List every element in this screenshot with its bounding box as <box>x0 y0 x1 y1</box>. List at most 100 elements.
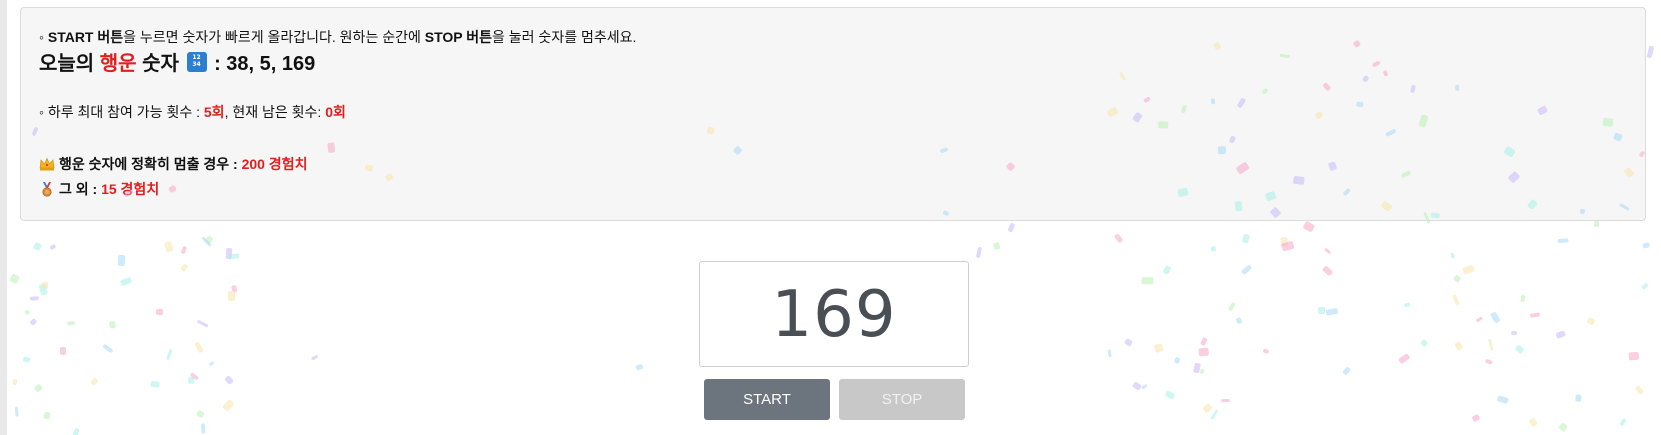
confetti-piece <box>227 253 240 261</box>
confetti-piece <box>1324 247 1332 255</box>
lucky-numbers: : 38, 5, 169 <box>214 53 316 75</box>
confetti-piece <box>33 383 44 393</box>
confetti-piece <box>1484 358 1493 365</box>
attempts-remaining-value: 0회 <box>325 104 346 120</box>
confetti-piece <box>9 273 20 284</box>
confetti-piece <box>1520 294 1526 302</box>
confetti-piece <box>38 283 49 296</box>
confetti-piece <box>1198 347 1209 357</box>
confetti-piece <box>29 296 39 302</box>
confetti-piece <box>102 343 114 354</box>
confetti-piece <box>1529 312 1541 318</box>
confetti-piece <box>1510 330 1518 336</box>
confetti-piece <box>1575 394 1582 402</box>
confetti-piece <box>975 246 983 258</box>
instruction-stop-word: STOP 버튼 <box>424 29 493 45</box>
confetti-piece <box>194 341 204 354</box>
confetti-piece <box>1489 311 1501 324</box>
attempts-max-value: 5회 <box>203 104 225 120</box>
instruction-text: ◦ START 버튼을 누르면 숫자가 빠르게 올라갑니다. 원하는 순간에 S… <box>39 28 636 46</box>
confetti-piece <box>1317 306 1325 314</box>
confetti-piece <box>166 348 173 360</box>
numbers-icon <box>186 52 207 72</box>
confetti-piece <box>1475 316 1484 323</box>
confetti-piece <box>1641 282 1649 291</box>
confetti-piece <box>1199 368 1206 375</box>
instruction-prefix: ◦ <box>39 29 48 45</box>
lucky-label-red: 행운 <box>99 53 137 75</box>
confetti-piece <box>1461 264 1475 275</box>
confetti-piece <box>1124 338 1134 347</box>
confetti-piece <box>12 378 18 386</box>
confetti-piece <box>117 254 126 267</box>
confetti-piece <box>196 319 209 329</box>
stop-button[interactable]: STOP <box>839 379 965 420</box>
confetti-piece <box>1419 338 1429 348</box>
confetti-piece <box>71 427 81 435</box>
reward-other-label: 그 외 : <box>59 181 102 197</box>
confetti-piece <box>29 318 38 326</box>
confetti-piece <box>1628 351 1639 361</box>
confetti-piece <box>1470 413 1481 423</box>
confetti-piece <box>1528 417 1539 428</box>
attempts-text: ◦ 하루 최대 참여 가능 횟수 : 5회, 현재 남은 횟수: 0회 <box>39 103 346 121</box>
counter-display: 169 <box>699 261 969 367</box>
lucky-label-after: 숫자 <box>136 53 179 75</box>
confetti-piece <box>1227 301 1236 312</box>
confetti-piece <box>23 309 31 316</box>
lucky-number-heading: 오늘의 행운 숫자 : 38, 5, 169 <box>39 50 315 78</box>
confetti-piece <box>49 243 57 250</box>
confetti-piece <box>180 245 188 255</box>
confetti-piece <box>1558 422 1569 432</box>
confetti-piece <box>1220 398 1231 403</box>
confetti-piece <box>635 363 644 371</box>
start-button[interactable]: START <box>704 379 830 420</box>
confetti-piece <box>201 236 212 248</box>
reward-exact-label: 행운 숫자에 정확히 멈출 경우 : <box>59 156 242 172</box>
confetti-piece <box>196 409 205 418</box>
confetti-piece <box>1113 233 1124 244</box>
confetti-piece <box>1646 45 1655 58</box>
confetti-piece <box>1235 316 1243 325</box>
confetti-piece <box>1202 403 1213 414</box>
confetti-piece <box>310 354 319 361</box>
confetti-piece <box>1555 330 1566 339</box>
confetti-piece <box>1452 274 1462 284</box>
confetti-piece <box>14 406 19 417</box>
attempts-remaining-label: , 현재 남은 횟수: <box>224 104 326 120</box>
info-panel: ◦ START 버튼을 누르면 숫자가 빠르게 올라갑니다. 원하는 순간에 S… <box>20 7 1646 221</box>
confetti-piece <box>1262 348 1270 354</box>
confetti-piece <box>1173 356 1181 365</box>
confetti-piece <box>22 356 31 363</box>
confetti-piece <box>1131 381 1142 391</box>
confetti-piece <box>200 423 206 434</box>
crown-icon <box>39 157 55 171</box>
confetti-piece <box>1141 277 1154 285</box>
confetti-piece <box>1302 220 1316 233</box>
confetti-piece <box>1619 417 1627 427</box>
confetti-piece <box>1240 264 1253 276</box>
confetti-piece <box>1193 362 1201 374</box>
confetti-piece <box>1454 341 1464 351</box>
confetti-piece <box>66 320 76 326</box>
attempts-max-label: ◦ 하루 최대 참여 가능 횟수 : <box>39 104 204 120</box>
lucky-label-before: 오늘의 <box>39 53 100 75</box>
confetti-piece <box>32 241 43 251</box>
instruction-suffix: 을 눌러 숫자를 멈추세요. <box>492 29 637 45</box>
instruction-mid: 을 누르면 숫자가 빠르게 올라갑니다. 원하는 순간에 <box>123 29 425 45</box>
confetti-piece <box>1107 348 1112 358</box>
reward-other-value: 15 경험치 <box>101 181 160 197</box>
confetti-piece <box>43 411 51 420</box>
confetti-piece <box>1164 390 1176 401</box>
reward-exact-value: 200 경험치 <box>241 156 308 172</box>
confetti-piece <box>208 360 215 367</box>
confetti-piece <box>1325 307 1339 317</box>
confetti-piece <box>1496 395 1509 404</box>
medal-icon <box>42 182 52 197</box>
confetti-piece <box>1162 264 1172 276</box>
confetti-piece <box>90 377 99 386</box>
confetti-piece <box>1154 343 1164 353</box>
confetti-piece <box>1210 408 1219 420</box>
confetti-piece <box>1634 385 1645 396</box>
confetti-piece <box>1322 265 1334 277</box>
